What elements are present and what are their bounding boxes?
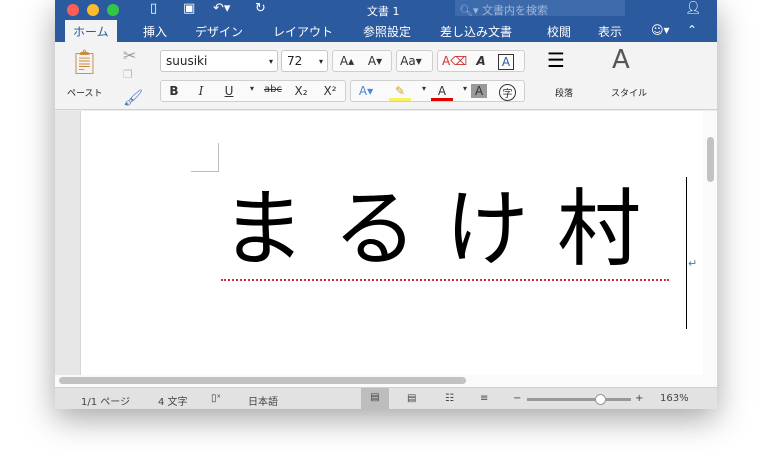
collapse-ribbon-icon[interactable]: ⌃ [687,23,697,37]
format-painter-icon[interactable]: 🖌︎ [123,88,143,107]
tab-insert[interactable]: 挿入 [143,23,167,40]
zoom-slider[interactable] [527,394,631,405]
styles-icon[interactable]: A [612,45,630,75]
tab-view[interactable]: 表示 [598,23,622,40]
save-icon[interactable]: ▣ [183,1,195,16]
strikethrough-button[interactable]: abc [262,84,284,95]
font-size-buttons: A▴ A▾ [332,50,392,72]
page[interactable]: まるけ村 ↵ [80,111,703,375]
tab-references[interactable]: 参照設定 [363,23,411,40]
tab-layout[interactable]: レイアウト [273,23,333,40]
search-input[interactable]: 🔍︎▾ 文書内を検索 [455,0,625,17]
font-name-select[interactable]: suusiki ▾ [160,50,278,72]
paragraph-icon[interactable]: ☰ [547,48,565,72]
ribbon-tabs: ホーム 挿入 デザイン レイアウト 参照設定 差し込み文書 校閲 表示 ☺▾ ⌃ [55,20,717,42]
search-placeholder: 文書内を検索 [481,4,548,17]
horizontal-scrollbar[interactable] [55,375,717,387]
enclose-chars-button[interactable]: 字 [499,84,516,101]
minimize-button[interactable] [87,4,99,16]
close-button[interactable] [67,4,79,16]
web-layout-view-button[interactable]: ▤ [407,393,416,404]
cut-icon[interactable]: ✂ [123,46,136,65]
highlight-button[interactable]: ✎ [389,84,411,101]
proofing-icon[interactable]: ▯ˣ [211,393,221,404]
grow-font-button[interactable]: A▴ [336,54,358,68]
document-text[interactable]: まるけ村 [221,187,670,281]
smiley-icon[interactable]: ☺▾ [651,23,670,37]
font-style-group: B I U ▾ abc X₂ X² [160,80,346,102]
status-bar: 1/1 ページ 4 文字 ▯ˣ 日本語 ▤ ▤ ☷ ≡ − + 163% [55,387,717,409]
language[interactable]: 日本語 [248,393,278,408]
font-size-value: 72 [287,54,303,68]
vertical-scrollbar[interactable] [703,111,717,375]
tab-design[interactable]: デザイン [195,23,243,40]
superscript-button[interactable]: X² [319,84,341,98]
copy-icon[interactable]: ❐ [123,68,133,81]
redo-icon[interactable]: ↻ [255,1,266,16]
underline-button[interactable]: U [218,84,240,98]
zoom-out-button[interactable]: − [513,393,521,404]
italic-button[interactable]: I [190,84,212,98]
print-layout-view-button[interactable]: ▤ [361,388,389,409]
document-title: 文書 1 [367,5,400,18]
font-name-value: suusiki [166,54,208,68]
styles-label[interactable]: スタイル [611,86,647,99]
title-bar: ▯ ▣ ↶▾ ↻ 文書 1 🔍︎▾ 文書内を検索 👤︎ [55,0,717,20]
zoom-slider-thumb[interactable] [594,394,606,405]
paste-icon[interactable]: 📋︎ [69,48,99,76]
draft-view-button[interactable]: ≡ [480,393,488,404]
tab-home[interactable]: ホーム [65,20,117,42]
font-effects-group: A▾ ✎ ▾ A ▾ A 字 [350,80,525,102]
char-border-button[interactable]: A [498,54,514,70]
margin-corner-mark [218,143,219,171]
subscript-button[interactable]: X₂ [290,84,312,98]
zoom-button[interactable] [107,4,119,16]
tab-mailings[interactable]: 差し込み文書 [440,23,512,40]
tab-review[interactable]: 校閲 [547,23,571,40]
outline-view-button[interactable]: ☷ [445,393,454,404]
ribbon: 📋︎ ペースト ✂ ❐ 🖌︎ suusiki ▾ 72 ▾ A▴ A▾ Aa▾ A⌫… [55,42,717,110]
char-shading-button[interactable]: A [471,84,487,98]
clear-format-group: A⌫ A A [437,50,525,72]
text-cursor [686,177,687,329]
paste-label[interactable]: ペースト [67,86,103,99]
vertical-scroll-thumb[interactable] [707,137,714,182]
horizontal-scroll-thumb[interactable] [59,377,466,384]
zoom-in-button[interactable]: + [635,393,643,404]
font-size-select[interactable]: 72 ▾ [281,50,328,72]
clear-formatting-icon[interactable]: A⌫ [442,54,467,68]
text-effects-button[interactable]: A▾ [355,84,377,98]
paragraph-label[interactable]: 段落 [555,86,573,99]
font-color-button[interactable]: A [431,84,453,101]
word-count[interactable]: 4 文字 [158,393,188,408]
change-case-button[interactable]: Aa▾ [396,50,433,72]
share-icon[interactable]: 👤︎ [685,1,702,16]
page-count[interactable]: 1/1 ページ [81,393,130,408]
document-area: まるけ村 ↵ [55,111,703,375]
paragraph-mark: ↵ [688,257,698,270]
underline-dropdown[interactable]: ▾ [241,84,263,93]
phonetic-guide-icon[interactable]: A [470,54,492,68]
shrink-font-button[interactable]: A▾ [364,54,386,68]
word-window: ▯ ▣ ↶▾ ↻ 文書 1 🔍︎▾ 文書内を検索 👤︎ ホーム 挿入 デザイン … [55,0,717,409]
sidebar-icon[interactable]: ▯ [150,1,157,16]
margin-corner-mark [191,171,219,172]
bold-button[interactable]: B [163,84,185,98]
zoom-percent[interactable]: 163% [660,393,689,404]
undo-icon[interactable]: ↶▾ [213,1,230,16]
